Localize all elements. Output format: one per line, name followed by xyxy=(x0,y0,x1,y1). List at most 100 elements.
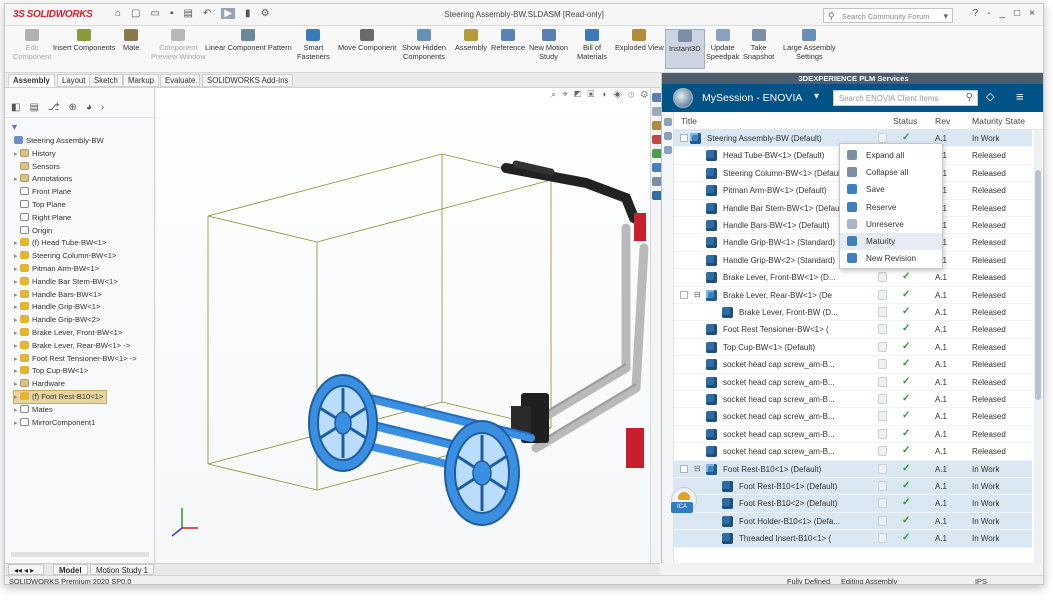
ribbon-button-insert-components[interactable]: Insert Components xyxy=(53,29,115,52)
menu-item-save[interactable]: Save xyxy=(840,181,942,198)
ribbon-button-update[interactable]: Update Speedpak xyxy=(706,29,739,61)
ribbon-button-show-hidden[interactable]: Show Hidden Components xyxy=(402,29,446,61)
tab-evaluate[interactable]: Evaluate xyxy=(160,74,201,87)
filter-icon[interactable]: ▼ xyxy=(10,122,19,132)
units-indicator[interactable]: IPS xyxy=(975,576,987,584)
ribbon-button-smart[interactable]: Smart Fasteners xyxy=(297,29,330,61)
tree-item[interactable]: ▸ Handle Bars-BW<1> xyxy=(14,289,102,301)
chevron-down-icon[interactable]: ▾ xyxy=(814,91,819,102)
column-rev[interactable]: Rev xyxy=(935,116,950,126)
ribbon-button-assembly[interactable]: Assembly xyxy=(455,29,487,52)
tab-assembly[interactable]: Assembly xyxy=(8,74,55,87)
session-name[interactable]: MySession - ENOVIA xyxy=(702,92,802,104)
compass-icon[interactable] xyxy=(673,88,693,108)
table-row[interactable]: Top Cup-BW<1> (Default) ✓ A.1 Released xyxy=(674,339,1032,357)
tree-item[interactable]: Origin xyxy=(14,225,52,237)
ribbon-button-large-assembly[interactable]: Large Assembly Settings xyxy=(783,29,836,61)
tree-item[interactable]: ▸ Handle Grip-BW<1> xyxy=(14,301,100,313)
refresh-icon[interactable] xyxy=(664,132,672,140)
table-row[interactable]: socket head cap screw_am-B... ✓ A.1 Release… xyxy=(674,443,1032,461)
ribbon-button-linear-component-pattern[interactable]: Linear Component Pattern xyxy=(205,29,292,52)
tree-item[interactable]: Top Plane xyxy=(14,199,66,211)
tree-item[interactable]: ▸ Top Cup-BW<1> xyxy=(14,365,88,377)
close-button[interactable]: × xyxy=(1029,8,1035,19)
column-title[interactable]: Title xyxy=(681,116,697,126)
help-dropdown-button[interactable]: - xyxy=(987,8,990,19)
tree-item[interactable]: ▸ Handle Grip-BW<2> xyxy=(14,314,100,326)
tab-motion-study-1[interactable]: Motion Study 1 xyxy=(90,564,155,575)
feature-tree-icon[interactable]: ◧ xyxy=(11,102,20,117)
table-row[interactable]: Brake Lever, Front-BW<1> (D... ✓ A.1 Releas… xyxy=(674,269,1032,287)
tab-model[interactable]: Model xyxy=(53,564,88,575)
property-manager-icon[interactable]: ▤ xyxy=(29,102,38,117)
table-row[interactable]: socket head cap screw_am-B... ✓ A.1 Release… xyxy=(674,374,1032,391)
home-icon[interactable] xyxy=(664,118,672,126)
dimxpert-icon[interactable]: ⊕ xyxy=(68,102,76,117)
tree-item[interactable]: ▸ Pitman Arm-BW<1> xyxy=(14,263,99,275)
tree-item[interactable]: Steering Assembly-BW xyxy=(8,135,104,147)
menu-item-unreserve[interactable]: Unreserve xyxy=(840,216,942,233)
plm-vertical-scrollbar[interactable] xyxy=(1034,130,1042,563)
tree-item[interactable]: ▸ (f) Head Tube-BW<1> xyxy=(14,237,106,249)
table-row[interactable]: Threaded Insert-B10<1> (✓ A.1 In Work xyxy=(674,530,1032,548)
configuration-manager-icon[interactable]: ⎇ xyxy=(48,102,60,117)
ribbon-button-edit[interactable]: Edit Component xyxy=(13,29,51,61)
menu-item-maturity[interactable]: Maturity xyxy=(840,233,942,250)
tab-markup[interactable]: Markup xyxy=(123,74,159,87)
tab-navigation-arrows[interactable]: ◂◂ ◂ ▸ ▸▸ xyxy=(8,564,44,584)
menu-item-reserve[interactable]: Reserve xyxy=(840,199,942,216)
row-checkbox[interactable] xyxy=(680,290,688,299)
tag-icon[interactable]: ◇ xyxy=(986,90,994,103)
menu-item-collapse-all[interactable]: Collapse all xyxy=(840,164,942,181)
tree-item[interactable]: Front Plane xyxy=(14,186,71,198)
tree-item[interactable]: ▸ Brake Lever, Rear-BW<1> -> xyxy=(14,340,130,352)
search-icon[interactable]: ⚲ xyxy=(966,92,973,103)
community-search-input[interactable]: ⚲ Search Community Forum ▾ xyxy=(823,8,953,23)
ribbon-button-reference[interactable]: Reference xyxy=(491,29,525,52)
chevron-right-icon[interactable]: › xyxy=(101,102,104,117)
ribbon-button-new-motion[interactable]: New Motion Study xyxy=(529,29,568,61)
table-row[interactable]: Brake Lever, Front-BW (D... ✓ A.1 Released xyxy=(674,304,1032,322)
collapse-toggle-icon[interactable]: ⊟ xyxy=(694,464,704,473)
table-row[interactable]: socket head cap screw_am-B... ✓ A.1 Release… xyxy=(674,356,1032,374)
tree-item[interactable]: ▸ History xyxy=(14,148,56,160)
tree-item[interactable]: ▸ Foot Rest Tensioner-BW<1> -> xyxy=(14,353,137,365)
chevron-down-icon[interactable]: ▾ xyxy=(943,11,948,22)
collapse-toggle-icon[interactable]: ⊟ xyxy=(694,290,704,299)
ribbon-button-bill-of[interactable]: Bill of Materials xyxy=(577,29,607,61)
ribbon-button-instant3d[interactable]: Instant3D xyxy=(665,29,705,69)
menu-icon[interactable]: ≡ xyxy=(1016,89,1024,104)
table-row[interactable]: ⊟ Brake Lever, Rear-BW<1> (De ✓ A.1 Released xyxy=(674,287,1032,304)
ribbon-button-take[interactable]: Take Snapshot xyxy=(743,29,774,61)
ribbon-button-component[interactable]: Component Preview Window xyxy=(151,29,206,61)
tree-item[interactable]: ▸ Hardware xyxy=(14,378,65,390)
tree-item[interactable]: ▸ Annotations xyxy=(14,173,72,185)
table-row[interactable]: socket head cap screw_am-B... ✓ A.1 Release… xyxy=(674,426,1032,444)
menu-item-new-revision[interactable]: New Revision xyxy=(840,250,942,267)
tab-solidworks-addins[interactable]: SOLIDWORKS Add-Ins xyxy=(202,74,294,87)
minimize-button[interactable]: _ xyxy=(1000,8,1006,19)
tab-layout[interactable]: Layout xyxy=(57,74,91,87)
tree-item[interactable]: ▸ Handle Bar Stem-BW<1> xyxy=(14,276,118,288)
table-row[interactable]: socket head cap screw_am-B... ✓ A.1 Release… xyxy=(674,391,1032,409)
tree-item[interactable]: ▸ (f) Foot Rest-B10<1> xyxy=(12,390,108,404)
table-row[interactable]: Foot Rest Tensioner-BW<1> (✓ A.1 Released xyxy=(674,321,1032,339)
scrollbar-thumb[interactable] xyxy=(1035,170,1041,400)
ribbon-button-move-component[interactable]: Move Component xyxy=(338,29,396,52)
table-row[interactable]: Foot Rest-B10<2> (Default) ✓ A.1 In Work xyxy=(674,495,1032,513)
enovia-search-input[interactable]: Search ENOVIA Client Items ⚲ xyxy=(833,90,978,106)
column-maturity-state[interactable]: Maturity State xyxy=(972,116,1025,126)
table-row[interactable]: Foot Rest-B10<1> (Default) ✓ A.1 In Work xyxy=(674,478,1032,496)
graphics-area[interactable]: ⌕ ⌖ ◩ ▣ ◑ ◈ ⊙ ⚙ xyxy=(156,88,650,564)
tree-item[interactable]: ▸ Brake Lever, Front-BW<1> xyxy=(14,327,122,339)
ribbon-button-mate[interactable]: Mate xyxy=(123,29,139,52)
heads-up-view-toolbar[interactable]: ⌕ ⌖ ◩ ▣ ◑ ◈ ⊙ ⚙ xyxy=(551,89,650,100)
tree-item[interactable]: ▸ Mates xyxy=(14,404,53,416)
table-row[interactable]: socket head cap screw_am-B... ✓ A.1 Release… xyxy=(674,408,1032,426)
ribbon-button-exploded-view[interactable]: Exploded View xyxy=(615,29,664,52)
help-button[interactable]: ? xyxy=(973,8,979,19)
table-row[interactable]: Foot Holder-B10<1> (Defa... ✓ A.1 In Work xyxy=(674,512,1032,531)
table-row[interactable]: ⊟ Foot Rest-B10<1> (Default) ✓ A.1 In Work xyxy=(674,460,1032,478)
column-status[interactable]: Status xyxy=(893,116,917,126)
tab-sketch[interactable]: Sketch xyxy=(89,74,123,87)
